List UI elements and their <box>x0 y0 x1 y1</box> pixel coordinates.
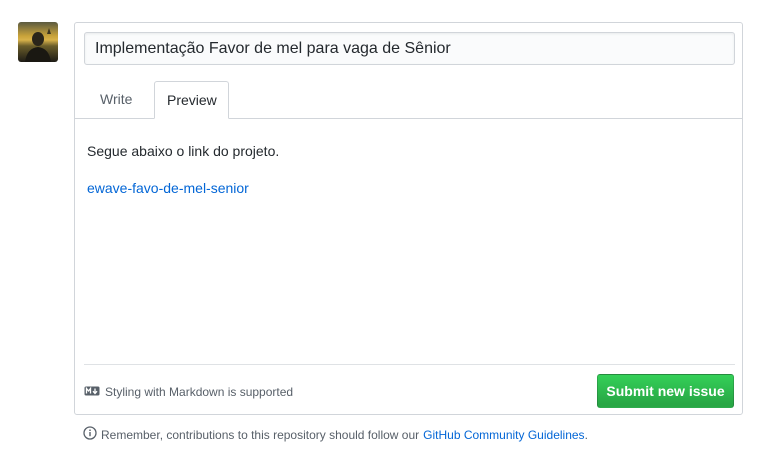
community-guidelines-link[interactable]: GitHub Community Guidelines <box>423 426 584 444</box>
submit-new-issue-button[interactable]: Submit new issue <box>597 374 734 408</box>
info-icon <box>83 425 97 445</box>
tab-preview[interactable]: Preview <box>154 81 229 119</box>
guidelines-suffix: . <box>584 428 588 442</box>
project-link[interactable]: ewave-favo-de-mel-senior <box>87 178 249 198</box>
editor-tabs: Write Preview <box>75 81 742 119</box>
preview-paragraph: Segue abaixo o link do projeto. <box>87 143 280 159</box>
avatar[interactable] <box>18 22 58 62</box>
new-issue-form: Write Preview Segue abaixo o link do pro… <box>74 22 743 415</box>
divider <box>84 364 735 365</box>
markdown-note-text: Styling with Markdown is supported <box>105 385 294 399</box>
markdown-icon <box>84 383 100 401</box>
markdown-help-link[interactable]: Styling with Markdown is supported <box>84 383 293 401</box>
contribution-guidelines-note: Remember, contributions to this reposito… <box>83 425 588 445</box>
guidelines-prefix: Remember, contributions to this reposito… <box>101 428 420 442</box>
issue-title-input[interactable] <box>84 32 735 65</box>
tab-write[interactable]: Write <box>88 81 144 118</box>
